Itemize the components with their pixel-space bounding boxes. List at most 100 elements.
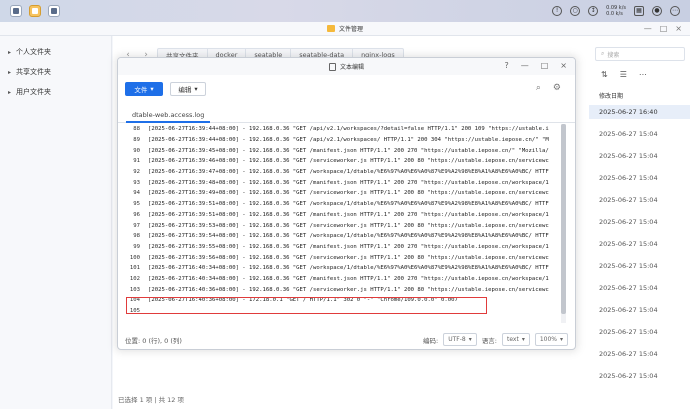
edit-menu-label: 编辑	[178, 86, 192, 94]
app-title: 文件管理	[338, 26, 363, 33]
search-icon[interactable]: ○	[570, 6, 581, 16]
search-input[interactable]: ⌕ 搜索	[595, 47, 685, 61]
maximize-icon[interactable]: □	[541, 61, 549, 70]
list-item-date[interactable]: 2025-06-27 15:04	[599, 149, 689, 163]
search-icon[interactable]: ⌕	[536, 83, 541, 93]
network-speed: 0.09 k/s 0.0 k/s	[606, 5, 626, 17]
editor-title: 文本编辑	[339, 64, 364, 71]
line-number: 94	[133, 190, 140, 197]
line-number: 95	[133, 201, 140, 208]
user-icon[interactable]: ●	[652, 6, 662, 16]
line-number: 89	[133, 137, 140, 144]
system-taskbar: ! ○ ↕ 0.09 k/s 0.0 k/s ▦ ● ⋯	[0, 0, 690, 22]
file-menu-button[interactable]: 文件 ▾	[125, 82, 163, 96]
list-item-date[interactable]: 2025-06-27 15:04	[599, 259, 689, 273]
line-number: 90	[133, 147, 140, 154]
chevron-down-icon: ▾	[150, 85, 154, 93]
list-item-date[interactable]: 2025-06-27 15:04	[599, 325, 689, 339]
line-text: [2025-06-27T16:39:51+08:00] - 192.168.0.…	[148, 201, 549, 208]
line-number: 98	[133, 233, 140, 240]
list-item-date[interactable]: 2025-06-27 16:40	[589, 105, 690, 119]
main-menu-icon[interactable]	[10, 5, 22, 17]
sort-icon[interactable]: ⇅	[601, 70, 608, 79]
list-item-date[interactable]: 2025-06-27 15:04	[599, 347, 689, 361]
encoding-label: 编码:	[423, 336, 439, 345]
encoding-select[interactable]: UTF-8 ▾	[443, 333, 477, 346]
code-line: 102 [2025-06-27T16:40:34+08:00] - 192.168…	[118, 274, 567, 285]
sidebar: ▸ 个人文件夹 ▸ 共享文件夹 ▸ 用户文件夹	[0, 36, 112, 409]
chevron-down-icon: ▾	[468, 336, 472, 343]
line-text: [2025-06-27T16:40:34+08:00] - 192.168.0.…	[148, 265, 549, 272]
file-manager-taskbar-icon[interactable]	[29, 5, 41, 17]
line-text: [2025-06-27T16:39:54+08:00] - 192.168.0.…	[148, 233, 549, 240]
chevron-right-icon: ▸	[8, 68, 12, 76]
zoom-value: 100%	[539, 336, 557, 343]
close-icon[interactable]: ×	[560, 61, 567, 70]
file-menu-label: 文件	[134, 86, 148, 94]
line-text: [2025-06-27T16:39:44+08:00] - 192.168.0.…	[148, 126, 549, 133]
minimize-icon[interactable]: —	[521, 61, 529, 70]
widgets-icon[interactable]: ▦	[634, 6, 644, 16]
sidebar-item-personal-folder[interactable]: ▸ 个人文件夹	[0, 42, 111, 62]
language-select[interactable]: text ▾	[501, 333, 530, 346]
list-item-date[interactable]: 2025-06-27 15:04	[599, 215, 689, 229]
editor-toolbar: 文件 ▾ 编辑 ▾ ⌕ ⚙	[118, 75, 575, 103]
line-number: 102	[129, 275, 140, 282]
help-icon[interactable]: ?	[504, 61, 508, 70]
status-bar: 已选择 1 项 | 共 12 项	[118, 396, 184, 404]
language-label: 语言:	[481, 336, 497, 345]
sidebar-item-user-folder[interactable]: ▸ 用户文件夹	[0, 82, 111, 102]
code-line: 97 [2025-06-27T16:39:53+08:00] - 192.168.…	[118, 220, 567, 231]
folder-app-icon	[326, 25, 335, 32]
chevron-down-icon: ▾	[559, 336, 563, 343]
list-item-date[interactable]: 2025-06-27 15:04	[599, 281, 689, 295]
column-header-modified-date[interactable]: 修改日期	[599, 91, 623, 100]
list-item-date[interactable]: 2025-06-27 15:04	[599, 127, 689, 141]
maximize-icon[interactable]: □	[660, 24, 668, 33]
sidebar-item-label: 个人文件夹	[16, 48, 52, 56]
line-number: 97	[133, 222, 140, 229]
zoom-select[interactable]: 100% ▾	[534, 333, 568, 346]
line-text: [2025-06-27T16:39:56+08:00] - 192.168.0.…	[148, 254, 549, 261]
list-item-date[interactable]: 2025-06-27 15:04	[599, 303, 689, 317]
vertical-scrollbar[interactable]	[561, 124, 566, 323]
code-line: 88 [2025-06-27T16:39:44+08:00] - 192.168.…	[118, 124, 567, 135]
code-line: 96 [2025-06-27T16:39:51+08:00] - 192.168.…	[118, 210, 567, 221]
code-line: 90 [2025-06-27T16:39:45+08:00] - 192.168.…	[118, 145, 567, 156]
more-icon[interactable]: ⋯	[639, 70, 647, 79]
sidebar-item-shared-folder[interactable]: ▸ 共享文件夹	[0, 62, 111, 82]
view-mode-icon[interactable]: ☰	[620, 70, 627, 79]
list-item-date[interactable]: 2025-06-27 15:04	[599, 193, 689, 207]
tab-dtable-web-access-log[interactable]: dtable-web.access.log	[126, 108, 211, 123]
file-manager-titlebar: 文件管理 — □ ×	[0, 22, 690, 36]
close-icon[interactable]: ×	[675, 24, 682, 33]
network-status-icon[interactable]: ↕	[588, 6, 599, 16]
search-placeholder: 搜索	[607, 51, 620, 59]
code-line: 91 [2025-06-27T16:39:46+08:00] - 192.168.…	[118, 156, 567, 167]
network-download-speed: 0.0 k/s	[606, 11, 623, 17]
line-number: 91	[133, 158, 140, 165]
minimize-icon[interactable]: —	[644, 24, 652, 33]
code-line: 100 [2025-06-27T16:39:56+08:00] - 192.168…	[118, 252, 567, 263]
notification-icon[interactable]: !	[552, 6, 563, 16]
options-icon[interactable]: ⋯	[670, 6, 680, 16]
text-editor-taskbar-icon[interactable]	[48, 5, 60, 17]
code-line: 93 [2025-06-27T16:39:48+08:00] - 192.168.…	[118, 177, 567, 188]
edit-menu-button[interactable]: 编辑 ▾	[170, 82, 206, 96]
line-number: 92	[133, 169, 140, 176]
line-number: 100	[129, 254, 140, 261]
sidebar-item-label: 用户文件夹	[16, 88, 52, 96]
chevron-right-icon: ▸	[8, 88, 12, 96]
settings-icon[interactable]: ⚙	[553, 83, 561, 93]
cursor-position: 位置: 0 (行), 0 (列)	[125, 337, 182, 345]
code-area[interactable]: 88 [2025-06-27T16:39:44+08:00] - 192.168.…	[118, 124, 567, 323]
line-text: [2025-06-27T16:39:55+08:00] - 192.168.0.…	[148, 243, 549, 250]
scrollbar-thumb[interactable]	[561, 124, 566, 314]
list-item-date[interactable]: 2025-06-27 15:04	[599, 237, 689, 251]
editor-tabbar: dtable-web.access.log	[118, 108, 575, 123]
list-item-date[interactable]: 2025-06-27 15:04	[599, 171, 689, 185]
list-item-date[interactable]: 2025-06-27 15:04	[599, 369, 689, 383]
chevron-right-icon: ▸	[8, 48, 12, 56]
line-text: [2025-06-27T16:39:44+08:00] - 192.168.0.…	[148, 137, 549, 144]
line-text: [2025-06-27T16:39:53+08:00] - 192.168.0.…	[148, 222, 549, 229]
